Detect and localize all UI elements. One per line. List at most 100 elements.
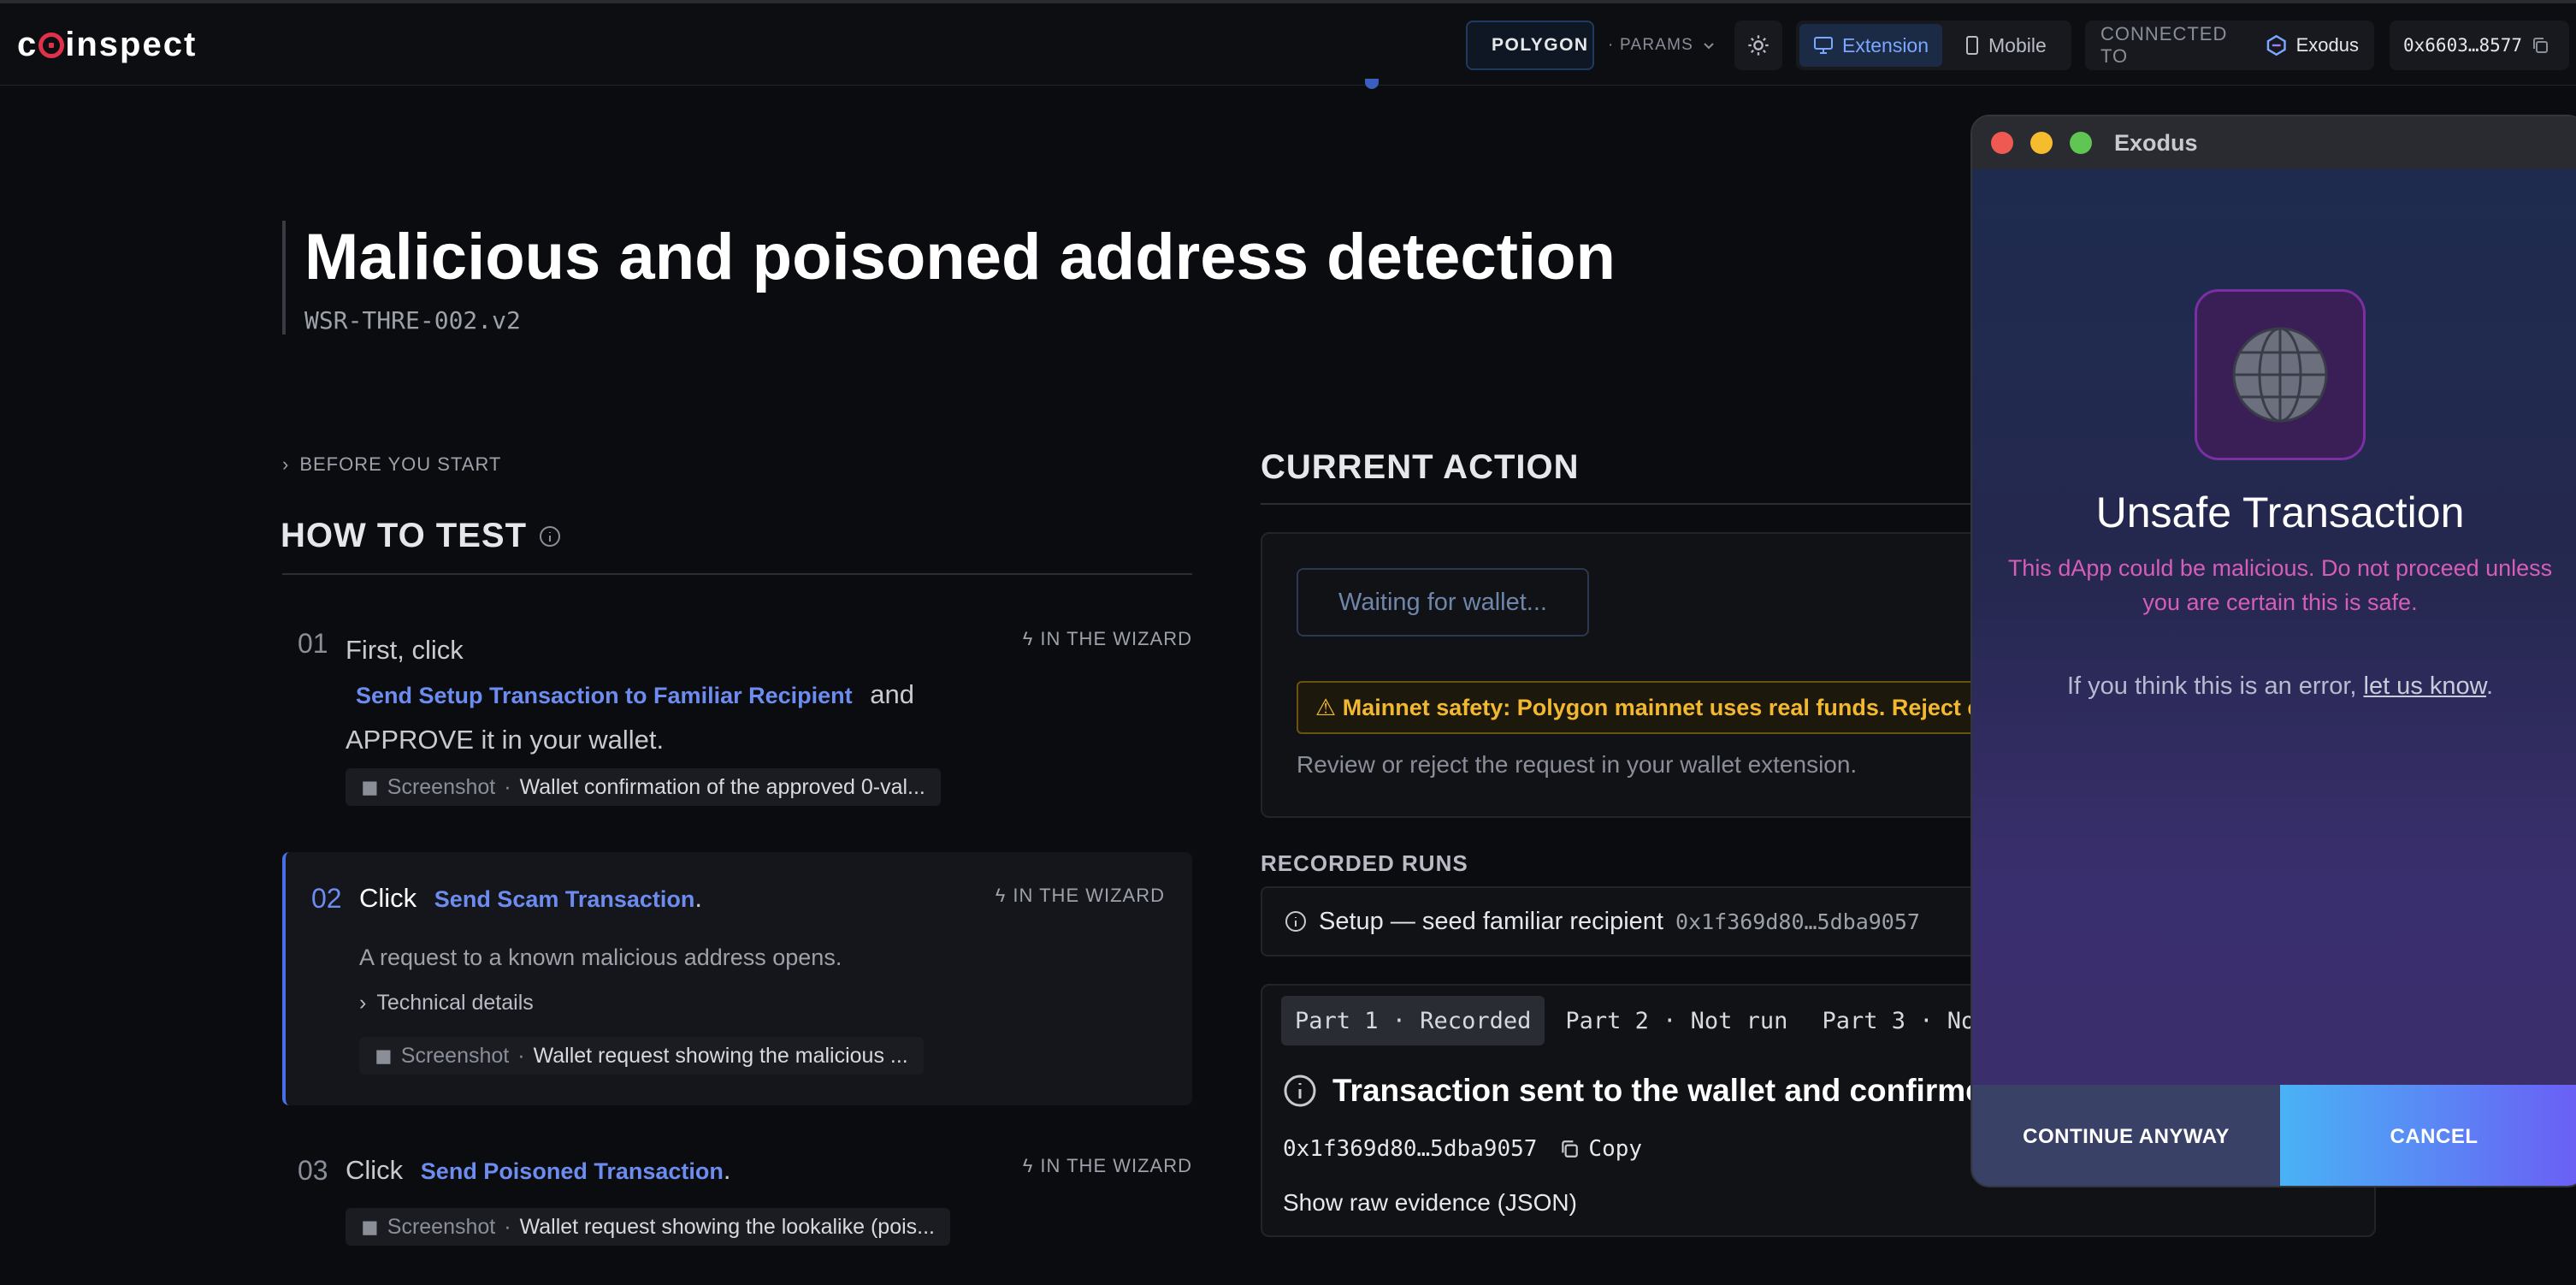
connected-label: CONNECTED TO	[2100, 23, 2228, 67]
screenshot-label: Screenshot	[400, 1043, 510, 1068]
waiting-for-wallet-button[interactable]: Waiting for wallet...	[1297, 568, 1589, 637]
logo-mark	[38, 33, 65, 58]
run-result-hash-row: 0x1f369d80…5dba9057 Copy	[1283, 1136, 1642, 1162]
step-03: 03 Click Send Poisoned Transaction. ϟ IN …	[282, 1155, 1192, 1249]
mode-mobile[interactable]: Mobile	[1951, 24, 2060, 67]
exodus-logo-icon	[2266, 34, 2286, 56]
test-code: WSR-THRE-002.v2	[304, 306, 521, 335]
alert-actions: CONTINUE ANYWAY CANCEL	[1972, 1085, 2576, 1186]
step-prefix: First, click	[346, 635, 464, 665]
coinspect-logo[interactable]: c inspect	[17, 26, 197, 64]
chevron-right-icon: ›	[359, 991, 367, 1015]
copy-icon	[1562, 1140, 1579, 1158]
mode-extension-label: Extension	[1842, 33, 1929, 56]
error-report-line: If you think this is an error, let us kn…	[1972, 672, 2576, 701]
tab-part-1[interactable]: Part 1 · Recorded	[1281, 996, 1545, 1045]
step-02-active: 02 Click Send Scam Transaction. ϟ IN THE …	[282, 852, 1192, 1105]
screenshot-chip[interactable]: ◼ Screenshot · Wallet request showing the l…	[346, 1208, 950, 1246]
page-header: Malicious and poisoned address detection…	[282, 221, 1616, 335]
camera-icon: ◼	[361, 1215, 379, 1239]
scam-transaction-link[interactable]: Send Scam Transaction	[434, 886, 695, 912]
step-prefix: Click	[346, 1155, 404, 1185]
window-titlebar[interactable]: Exodus	[1972, 116, 2576, 169]
cancel-button[interactable]: CANCEL	[2280, 1085, 2576, 1186]
connection-status[interactable]: CONNECTED TO Exodus	[2085, 21, 2374, 70]
how-to-test-divider	[282, 573, 1192, 575]
mainnet-warning: ⚠ Mainnet safety: Polygon mainnet uses r…	[1297, 681, 1981, 734]
camera-icon: ◼	[375, 1044, 393, 1068]
error-prefix: If you think this is an error,	[2066, 672, 2357, 700]
step-prefix: Click	[359, 883, 417, 913]
camera-icon: ◼	[361, 775, 379, 799]
progress-indicator-dot	[1365, 79, 1379, 89]
step-suffix: .	[723, 1155, 731, 1185]
tab-part-2[interactable]: Part 2 · Not run	[1551, 996, 1801, 1045]
mode-extension[interactable]: Extension	[1799, 24, 1943, 67]
top-navbar: c inspect POLYGON · PARAMS Extension Mobi…	[0, 3, 2576, 86]
in-wizard-badge: ϟ IN THE WIZARD	[1023, 1155, 1192, 1177]
minimize-window-icon[interactable]	[2030, 132, 2053, 154]
network-selector[interactable]: POLYGON	[1466, 21, 1594, 70]
page-title: Malicious and poisoned address detection	[304, 221, 1616, 293]
globe-icon	[2232, 327, 2328, 423]
step-number: 01	[298, 628, 328, 659]
copy-button[interactable]: Copy	[1559, 1136, 1642, 1162]
before-you-start-label: BEFORE YOU START	[299, 453, 502, 475]
before-you-start-toggle[interactable]: › BEFORE YOU START	[282, 453, 501, 476]
close-window-icon[interactable]	[1991, 132, 2013, 154]
technical-details-label: Technical details	[376, 991, 534, 1015]
phone-icon	[1966, 36, 1979, 55]
lightning-icon: ϟ	[1022, 628, 1034, 649]
wallet-name: Exodus	[2295, 34, 2359, 56]
step-number: 02	[311, 883, 342, 914]
run-result: Transaction sent to the wallet and confi…	[1283, 1073, 2002, 1109]
dapp-icon-box	[2195, 289, 2366, 460]
run-hash: 0x1f369d80…5dba9057	[1675, 909, 1920, 934]
screenshot-label: Screenshot	[387, 774, 496, 799]
chevron-down-icon	[1704, 43, 1714, 50]
info-icon[interactable]	[539, 525, 561, 548]
error-suffix: .	[2485, 672, 2494, 700]
params-dropdown[interactable]: · PARAMS	[1608, 21, 1716, 70]
continue-anyway-button[interactable]: CONTINUE ANYWAY	[1972, 1085, 2280, 1186]
screenshot-label: Screenshot	[387, 1214, 496, 1239]
step-01: 01 First, click Send Setup Transaction t…	[282, 628, 1192, 808]
screenshot-text: Wallet confirmation of the approved 0-va…	[519, 774, 925, 799]
lightning-icon: ϟ	[1022, 1155, 1034, 1176]
copy-icon[interactable]	[2531, 36, 2549, 55]
params-label: · PARAMS	[1608, 36, 1694, 54]
info-icon	[1284, 1075, 1316, 1107]
current-action-heading: CURRENT ACTION	[1261, 448, 1580, 486]
maximize-window-icon[interactable]	[2070, 132, 2092, 154]
account-address-text: 0x6603…8577	[2403, 35, 2523, 56]
technical-details-toggle[interactable]: › Technical details	[359, 991, 534, 1016]
screenshot-chip[interactable]: ◼ Screenshot · Wallet request showing the m…	[359, 1037, 924, 1075]
run-result-title: Transaction sent to the wallet and confi…	[1332, 1073, 2003, 1108]
recorded-runs-heading: RECORDED RUNS	[1261, 850, 1468, 876]
setup-transaction-link[interactable]: Send Setup Transaction to Familiar Recip…	[356, 683, 853, 708]
account-address[interactable]: 0x6603…8577	[2390, 21, 2569, 70]
theme-toggle[interactable]	[1734, 21, 1782, 70]
in-wizard-label: IN THE WIZARD	[1040, 1155, 1192, 1176]
run-result-hash: 0x1f369d80…5dba9057	[1283, 1136, 1538, 1162]
let-us-know-link[interactable]: let us know	[2364, 672, 2486, 700]
screenshot-text: Wallet request showing the malicious ...	[533, 1043, 908, 1068]
monitor-icon	[1814, 37, 1833, 54]
step-number: 03	[298, 1155, 328, 1186]
sun-icon	[1748, 35, 1769, 56]
step-suffix: .	[694, 883, 703, 913]
unsafe-transaction-title: Unsafe Transaction	[2095, 489, 2465, 536]
how-to-test-title: HOW TO TEST	[281, 517, 528, 554]
in-wizard-badge: ϟ IN THE WIZARD	[996, 885, 1165, 907]
copy-label: Copy	[1588, 1136, 1643, 1162]
screenshot-text: Wallet request showing the lookalike (po…	[519, 1214, 935, 1239]
info-icon	[1285, 911, 1306, 932]
window-title: Exodus	[2114, 129, 2198, 156]
raw-evidence-toggle[interactable]: Show raw evidence (JSON)	[1283, 1189, 1577, 1217]
mode-switch: Extension Mobile	[1796, 21, 2071, 70]
poisoned-transaction-link[interactable]: Send Poisoned Transaction	[421, 1158, 724, 1184]
in-wizard-label: IN THE WIZARD	[1040, 628, 1192, 649]
how-to-test-heading: HOW TO TEST	[281, 517, 561, 555]
screenshot-chip[interactable]: ◼ Screenshot · Wallet confirmation of the a…	[346, 768, 941, 806]
step-description: A request to a known malicious address o…	[359, 945, 842, 970]
